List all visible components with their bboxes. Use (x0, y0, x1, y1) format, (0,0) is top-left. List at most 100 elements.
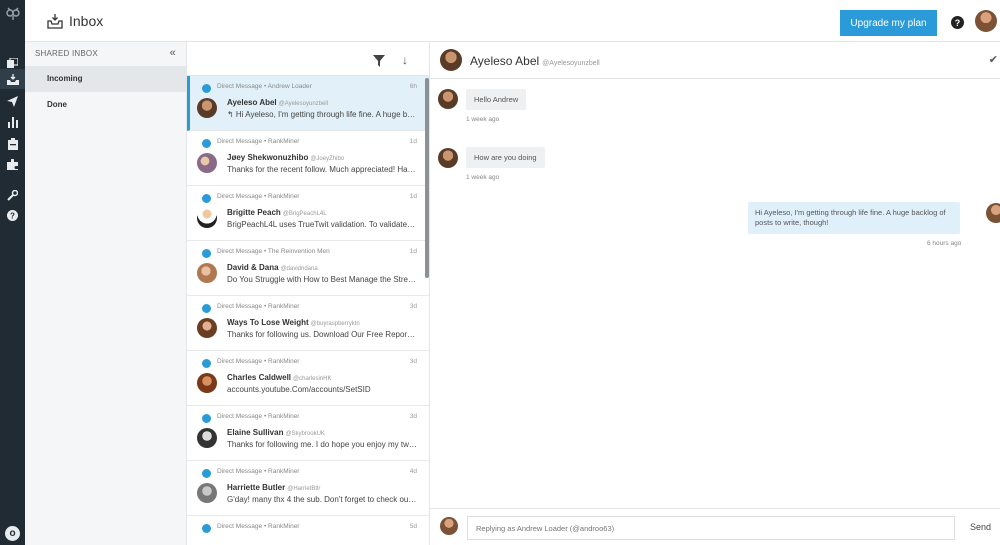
contact-avatar (440, 49, 462, 71)
top-bar: Inbox Upgrade my plan ? (25, 0, 1000, 42)
avatar (438, 148, 458, 168)
message-meta: Direct Message • RankMiner (217, 523, 300, 530)
avatar (197, 318, 217, 338)
publisher-icon[interactable] (0, 91, 25, 111)
shared-inbox-sidebar: SHARED INBOX « Incoming Done (25, 42, 187, 545)
message-preview: ↰ Hi Ayeleso, I'm getting through life f… (227, 110, 417, 119)
conversation-panel: Ayeleso Abel @Ayelesoyunzbell ✔ Hello And… (430, 42, 1000, 545)
direct-message-icon (202, 194, 211, 203)
inbox-nav-icon[interactable] (0, 69, 25, 89)
list-item[interactable]: Direct Message • RankMiner 3d Ways To Lo… (187, 296, 429, 351)
avatar (197, 263, 217, 283)
sender-name: Harriette Butler (227, 483, 286, 492)
app-rail: ? o (0, 0, 25, 545)
avatar (197, 208, 217, 228)
list-item[interactable]: Direct Message • RankMiner 1d Jøey Shekw… (187, 131, 429, 186)
message-time: 3d (409, 358, 417, 365)
sort-down-icon[interactable]: ↓ (402, 53, 408, 67)
message-preview: G'day! many thx 4 the sub. Don't forget … (227, 495, 417, 504)
message-meta: Direct Message • RankMiner (217, 413, 300, 420)
sender-handle: @JoeyZhibo (310, 156, 345, 162)
apps-icon[interactable] (0, 154, 25, 174)
sender-name: Charles Caldwell (227, 373, 292, 382)
direct-message-icon (202, 249, 211, 258)
sender-handle: @charlesinHK (293, 376, 332, 382)
message-time: 3d (409, 413, 417, 420)
incoming-message: How are you doing (466, 147, 545, 168)
list-item[interactable]: Direct Message • RankMiner 1d Brigitte P… (187, 186, 429, 241)
upgrade-plan-button[interactable]: Upgrade my plan (840, 10, 937, 36)
message-timestamp: 6 hours ago (927, 240, 962, 247)
mark-done-check-icon[interactable]: ✔ (989, 53, 998, 66)
conversation-header: Ayeleso Abel @Ayelesoyunzbell ✔ (430, 42, 1000, 79)
message-preview: Thanks for following us. Download Our Fr… (227, 330, 417, 339)
list-toolbar: ↓ (187, 42, 429, 76)
reply-input[interactable] (467, 516, 955, 540)
filter-icon[interactable] (373, 54, 385, 67)
sender-name: Elaine Sullivan (227, 428, 284, 437)
outgoing-message: Hi Ayeleso, I'm getting through life fin… (748, 202, 960, 234)
message-meta: Direct Message • The Reinvention Men (217, 248, 330, 255)
sidebar-item-incoming[interactable]: Incoming (25, 66, 186, 92)
direct-message-icon (202, 469, 211, 478)
svg-text:?: ? (10, 211, 15, 220)
message-time: 4d (409, 468, 417, 475)
sidebar-heading: SHARED INBOX (35, 49, 98, 58)
message-meta: Direct Message • RankMiner (217, 358, 300, 365)
inbox-icon (47, 13, 63, 29)
message-timestamp: 1 week ago (466, 174, 500, 181)
page-title: Inbox (69, 13, 104, 29)
reply-bar: Send (430, 508, 1000, 545)
direct-message-icon (202, 414, 211, 423)
avatar (197, 428, 217, 448)
tools-icon[interactable] (0, 185, 25, 205)
message-meta: Direct Message • RankMiner (217, 303, 300, 310)
message-preview: Thanks for following me. I do hope you e… (227, 440, 417, 449)
sender-handle: @Ayelesoyunzbell (278, 101, 328, 107)
list-item[interactable]: Direct Message • RankMiner 3d Elaine Sul… (187, 406, 429, 461)
sender-name: David & Dana (227, 263, 279, 272)
send-button[interactable]: Send (970, 522, 991, 532)
message-meta: Direct Message • RankMiner (217, 193, 300, 200)
incoming-message: Hello Andrew (466, 89, 527, 110)
info-icon[interactable]: o (5, 526, 20, 541)
list-scrollbar[interactable] (425, 78, 429, 278)
collapse-sidebar-icon[interactable]: « (170, 48, 176, 59)
avatar (197, 373, 217, 393)
list-item[interactable]: Direct Message • The Reinvention Men 1d … (187, 241, 429, 296)
message-meta: Direct Message • RankMiner (217, 138, 300, 145)
message-time: 5d (409, 523, 417, 530)
message-timestamp: 1 week ago (466, 116, 500, 123)
sender-name: Ayeleso Abel (227, 98, 277, 107)
message-time: 6h (409, 83, 417, 90)
contact-handle: @Ayelesoyunzbell (542, 60, 600, 67)
sidebar-item-done[interactable]: Done (25, 92, 186, 118)
sender-handle: @SkybrookUK (285, 431, 325, 437)
sender-handle: @HarrietBtlr (287, 486, 321, 492)
avatar (440, 517, 458, 535)
message-preview: Do You Struggle with How to Best Manage … (227, 275, 417, 284)
help-icon[interactable]: ? (0, 205, 25, 225)
sender-name: Jøey Shekwonuzhibo (227, 153, 309, 162)
message-meta: Direct Message • RankMiner (217, 468, 300, 475)
message-list: ↓ Direct Message • Andrew Loader 6h Ayel… (187, 42, 430, 545)
list-item[interactable]: Direct Message • RankMiner 4d Harriette … (187, 461, 429, 516)
avatar (986, 203, 1000, 223)
direct-message-icon (202, 524, 211, 533)
message-time: 1d (409, 193, 417, 200)
message-meta: Direct Message • Andrew Loader (217, 83, 312, 90)
list-item[interactable]: Direct Message • RankMiner 3d Charles Ca… (187, 351, 429, 406)
list-item[interactable]: Direct Message • Andrew Loader 6h Ayeles… (187, 76, 429, 131)
user-avatar[interactable] (975, 10, 997, 32)
message-time: 1d (409, 248, 417, 255)
assignments-icon[interactable] (0, 134, 25, 154)
help-icon[interactable]: ? (951, 16, 964, 29)
owl-logo-icon[interactable] (3, 4, 22, 23)
sender-handle: @BrigPeachL4L (282, 211, 327, 217)
list-item[interactable]: Direct Message • RankMiner 5d (187, 516, 429, 545)
direct-message-icon (202, 139, 211, 148)
avatar (197, 98, 217, 118)
avatar (438, 89, 458, 109)
sender-handle: @davidndana (280, 266, 318, 272)
analytics-icon[interactable] (0, 112, 25, 132)
